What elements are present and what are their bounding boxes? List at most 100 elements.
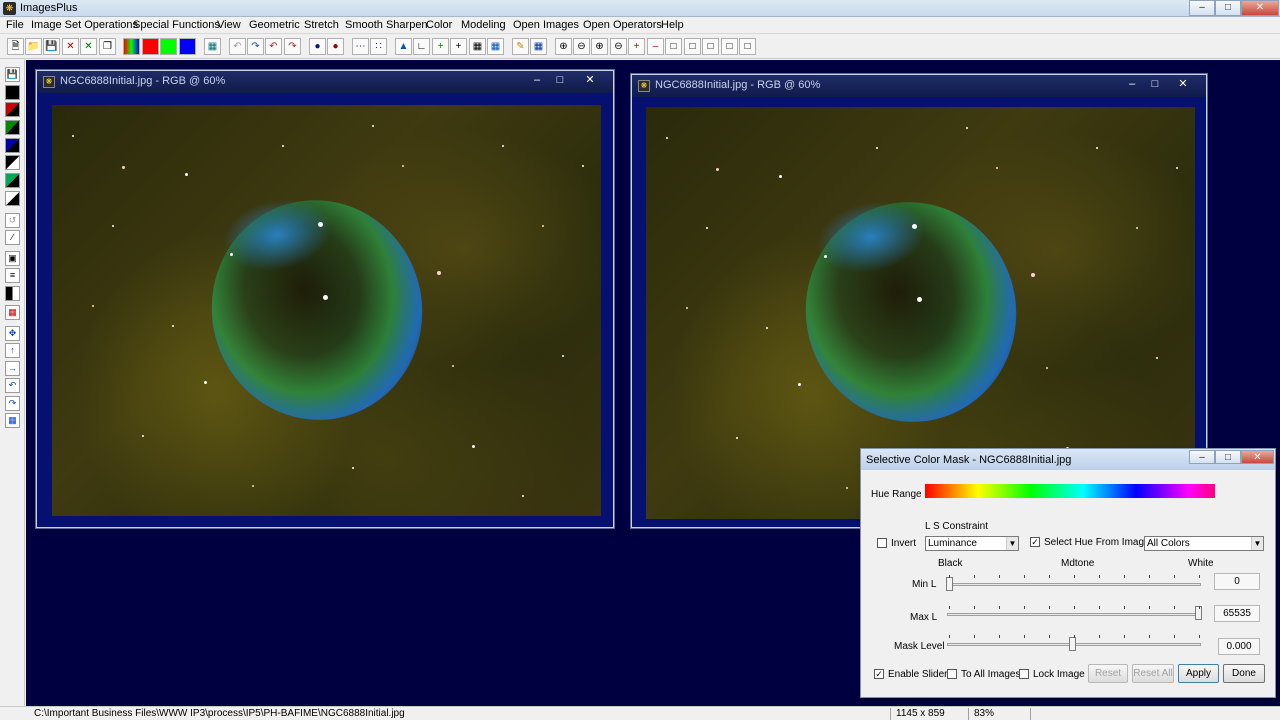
close-image-icon[interactable]: ✕ (62, 38, 79, 55)
cyan-black-icon[interactable] (5, 173, 20, 188)
table-icon[interactable]: ▦ (530, 38, 547, 55)
lasso-icon[interactable]: ↺ (5, 213, 20, 228)
menu-file[interactable]: File (6, 19, 24, 31)
dialog-title-bar[interactable]: Selective Color Mask - NGC6888Initial.jp… (861, 449, 1275, 470)
colors-dropdown[interactable]: All Colors ▼ (1144, 536, 1264, 551)
crosshair-green-icon[interactable]: + (432, 38, 449, 55)
dialog-maximize-icon[interactable]: □ (1215, 450, 1241, 464)
reset-all-button[interactable]: Reset All (1132, 664, 1174, 683)
add-icon[interactable]: + (628, 38, 645, 55)
luminance-dropdown[interactable]: Luminance ▼ (925, 536, 1019, 551)
menu-modeling[interactable]: Modeling (461, 19, 506, 31)
min-l-slider-track[interactable] (947, 583, 1201, 586)
crop-icon[interactable]: ▦ (5, 305, 20, 320)
green-black-icon[interactable] (5, 120, 20, 135)
red-channel-icon[interactable] (142, 38, 159, 55)
dialog-minimize-icon[interactable]: – (1189, 450, 1215, 464)
split-icon[interactable] (5, 286, 20, 301)
histogram-icon[interactable]: ▲ (395, 38, 412, 55)
menu-image-set-operations[interactable]: Image Set Operations (31, 19, 138, 31)
frame-3-icon[interactable]: □ (702, 38, 719, 55)
new-file-icon[interactable]: 🗎 (7, 38, 24, 55)
crosshair-icon[interactable]: + (450, 38, 467, 55)
menu-special-functions[interactable]: Special Functions (133, 19, 220, 31)
close-icon[interactable]: ✕ (1173, 77, 1193, 92)
frame-4-icon[interactable]: □ (721, 38, 738, 55)
to-all-images-checkbox[interactable] (947, 669, 957, 679)
rotate-left-icon[interactable]: ↶ (5, 378, 20, 393)
zoom-fit-icon[interactable]: ⊕ (591, 38, 608, 55)
image-window-1[interactable]: ❋ NGC6888Initial.jpg - RGB @ 60% – □ ✕ (36, 70, 614, 528)
menu-open-operators[interactable]: Open Operators (583, 19, 662, 31)
minimize-icon[interactable]: – (527, 73, 547, 88)
menu-stretch[interactable]: Stretch (304, 19, 339, 31)
copy-icon[interactable]: ❐ (99, 38, 116, 55)
grid-icon[interactable]: ▦ (204, 38, 221, 55)
points-icon[interactable]: ∷ (370, 38, 387, 55)
menu-view[interactable]: View (217, 19, 241, 31)
hue-range-bar[interactable] (925, 484, 1215, 498)
image-window-title-bar[interactable]: ❋ NGC6888Initial.jpg - RGB @ 60% – □ ✕ (37, 71, 613, 93)
axes-icon[interactable]: ∟ (413, 38, 430, 55)
invert-icon[interactable] (5, 191, 20, 206)
redo-icon[interactable]: ↷ (247, 38, 264, 55)
menu-geometric[interactable]: Geometric (249, 19, 300, 31)
menu-smooth-sharpen[interactable]: Smooth Sharpen (345, 19, 428, 31)
done-button[interactable]: Done (1223, 664, 1265, 683)
minimize-button[interactable]: – (1189, 0, 1215, 16)
menu-color[interactable]: Color (426, 19, 452, 31)
undo-all-icon[interactable]: ↶ (265, 38, 282, 55)
arrow-up-icon[interactable]: ↑ (5, 343, 20, 358)
frame-2-icon[interactable]: □ (684, 38, 701, 55)
image-canvas[interactable] (52, 105, 601, 516)
dialog-close-icon[interactable]: ✕ (1241, 450, 1274, 464)
pencil-icon[interactable]: ✎ (512, 38, 529, 55)
frame-5-icon[interactable]: □ (739, 38, 756, 55)
circle-select-icon[interactable]: ● (309, 38, 326, 55)
rotate-right-icon[interactable]: ↷ (5, 396, 20, 411)
frame-1-icon[interactable]: □ (665, 38, 682, 55)
apply-button[interactable]: Apply (1178, 664, 1219, 683)
close-all-icon[interactable]: ✕ (80, 38, 97, 55)
save-icon[interactable]: 💾 (43, 38, 60, 55)
lock-image-checkbox[interactable] (1019, 669, 1029, 679)
reset-button[interactable]: Reset (1088, 664, 1128, 683)
undo-icon[interactable]: ↶ (229, 38, 246, 55)
maximize-icon[interactable]: □ (550, 73, 570, 88)
menu-open-images[interactable]: Open Images (513, 19, 579, 31)
menu-help[interactable]: Help (661, 19, 684, 31)
zoom-out-icon[interactable]: ⊖ (573, 38, 590, 55)
minimize-icon[interactable]: – (1122, 77, 1142, 92)
zoom-in-icon[interactable]: ⊕ (555, 38, 572, 55)
redo-all-icon[interactable]: ↷ (284, 38, 301, 55)
close-icon[interactable]: ✕ (580, 73, 600, 88)
blue-black-icon[interactable] (5, 138, 20, 153)
image-info-icon[interactable]: ▦ (487, 38, 504, 55)
invert-checkbox[interactable] (877, 538, 887, 548)
flip-icon[interactable]: ▦ (5, 413, 20, 428)
black-swatch-icon[interactable] (5, 85, 20, 100)
green-channel-icon[interactable] (160, 38, 177, 55)
calculator-icon[interactable]: ▦ (469, 38, 486, 55)
maximize-icon[interactable]: □ (1145, 77, 1165, 92)
max-l-value[interactable]: 65535 (1214, 605, 1260, 622)
min-l-slider-thumb[interactable] (946, 577, 953, 591)
mask-level-value[interactable]: 0.000 (1218, 638, 1260, 655)
mask-level-slider-thumb[interactable] (1069, 637, 1076, 651)
arrow-right-icon[interactable]: → (5, 361, 20, 376)
max-l-slider-track[interactable] (947, 613, 1201, 616)
min-l-value[interactable]: 0 (1214, 573, 1260, 590)
move-icon[interactable]: ✥ (5, 326, 20, 341)
list-icon[interactable]: ≡ (5, 268, 20, 283)
enable-sliders-checkbox[interactable]: ✓ (874, 669, 884, 679)
red-black-icon[interactable] (5, 102, 20, 117)
rgb-channels-icon[interactable] (123, 38, 140, 55)
select-hue-checkbox[interactable]: ✓ (1030, 537, 1040, 547)
circle-select-red-icon[interactable]: ● (327, 38, 344, 55)
zoom-actual-icon[interactable]: ⊖ (610, 38, 627, 55)
blue-channel-icon[interactable] (179, 38, 196, 55)
save-icon[interactable]: 💾 (5, 67, 20, 82)
select-box-icon[interactable]: ▣ (5, 251, 20, 266)
luminance-icon[interactable] (5, 155, 20, 170)
curve-icon[interactable]: ∕ (5, 230, 20, 245)
